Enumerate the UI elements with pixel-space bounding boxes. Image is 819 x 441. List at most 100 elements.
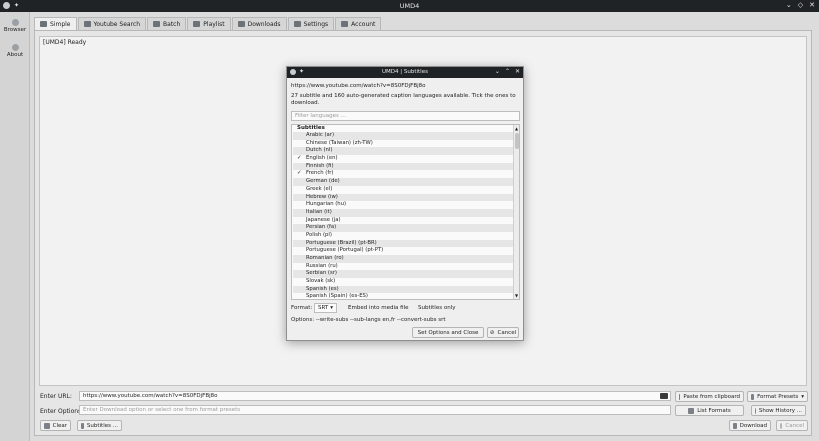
language-label: Serbian (sr) [306, 270, 337, 277]
clipboard-icon [679, 393, 681, 400]
button-label: Subtitles ... [86, 422, 118, 429]
sidebar-item-browser[interactable]: Browser [0, 19, 30, 33]
language-row[interactable]: Greek (el) [293, 186, 513, 194]
tab-batch[interactable]: Batch [147, 17, 187, 30]
language-label: Romanian (ro) [306, 255, 344, 261]
set-options-and-close-button[interactable]: Set Options and Close [412, 327, 484, 338]
sidebar-item-label: Browser [3, 27, 27, 33]
language-row[interactable]: Spanish (Spain) (es-ES) [293, 293, 513, 300]
sidebar-item-about[interactable]: About [0, 44, 30, 58]
tab-youtube-search[interactable]: Youtube Search [77, 17, 147, 30]
language-row[interactable]: Polish (pl) [293, 232, 513, 240]
star-icon [751, 393, 755, 400]
close-icon[interactable]: ✕ [809, 1, 815, 9]
url-value: https://www.youtube.com/watch?v=8S0FDjFB… [83, 393, 218, 399]
tab-label: Batch [163, 20, 181, 28]
clear-input-icon[interactable] [660, 393, 668, 399]
url-label: Enter URL: [40, 393, 72, 400]
language-row[interactable]: Chinese (Taiwan) (zh-TW) [293, 140, 513, 148]
chevron-down-icon: ▾ [801, 393, 804, 400]
language-row[interactable]: ✓ English (en) [293, 155, 513, 163]
language-row[interactable]: Romanian (ro) [293, 255, 513, 263]
cancel-download-button[interactable]: Cancel [776, 420, 808, 431]
show-history-button[interactable]: Show History ... [751, 405, 806, 416]
language-label: Portuguese (Portugal) (pt-PT) [306, 247, 384, 254]
tab-settings[interactable]: Settings [287, 17, 335, 30]
minimize-icon[interactable]: ⌄ [495, 68, 500, 75]
subtitles-button[interactable]: Subtitles ... [77, 420, 122, 431]
language-row[interactable]: Slovak (sk) [293, 278, 513, 286]
language-label: Slovak (sk) [306, 278, 336, 285]
window-titlebar: ✦ UMD4 ⌄ ◇ ✕ [0, 0, 819, 12]
tab-playlist[interactable]: Playlist [187, 17, 231, 30]
playlist-icon [193, 21, 201, 27]
language-row[interactable]: Spanish (es) [293, 285, 513, 294]
checkmark-icon[interactable]: ✓ [297, 155, 302, 163]
language-row[interactable]: Russian (ru) [293, 263, 513, 271]
dialog-url: https://www.youtube.com/watch?v=8S0FDjFB… [291, 83, 426, 89]
paste-from-clipboard-button[interactable]: Paste from clipboard [675, 391, 744, 402]
tab-account[interactable]: Account [335, 17, 382, 30]
options-placeholder: Enter Download option or select one from… [83, 407, 241, 413]
download-icon [733, 422, 737, 429]
button-label: Format Presets [757, 393, 799, 400]
clear-button[interactable]: Clear [40, 420, 71, 431]
cancel-icon [780, 422, 783, 429]
minimize-icon[interactable]: ⌄ [786, 1, 792, 9]
language-row[interactable]: Dutch (nl) [293, 147, 513, 156]
language-row[interactable]: Arabic (ar) [293, 132, 513, 140]
language-row[interactable]: Portuguese (Brazil) (pt-BR) [293, 239, 513, 248]
options-preview: Options: --write-subs --sub-langs en,fr … [291, 317, 446, 323]
subtitles-icon [81, 422, 84, 429]
language-label: Polish (pl) [306, 231, 332, 238]
language-row[interactable]: Finnish (fi) [293, 162, 513, 171]
options-input[interactable]: Enter Download option or select one from… [79, 405, 671, 415]
filter-languages-input[interactable]: Filter languages ... [291, 111, 520, 121]
maximize-icon[interactable]: ⌃ [505, 68, 510, 75]
language-label: Spanish (Spain) (es-ES) [306, 293, 368, 300]
embed-checkbox[interactable]: Embed into media file [348, 305, 409, 312]
language-row[interactable]: Hebrew (iw) [293, 193, 513, 202]
language-row[interactable]: Persian (fa) [293, 224, 513, 232]
language-label: Hebrew (iw) [306, 193, 338, 200]
tab-label: Youtube Search [93, 20, 141, 28]
chevron-down-icon: ▾ [330, 305, 333, 311]
scroll-down-icon[interactable]: ▼ [515, 293, 518, 298]
language-label: Arabic (ar) [306, 132, 335, 138]
button-label: Set Options and Close [417, 329, 479, 336]
list-formats-button[interactable]: List Formats [675, 405, 744, 416]
checkmark-icon[interactable]: ✓ [297, 170, 302, 178]
language-row[interactable]: Hungarian (hu) [293, 201, 513, 209]
list-scrollbar[interactable]: ▲ ▼ [513, 125, 519, 299]
close-icon[interactable]: ✕ [515, 68, 520, 75]
list-icon [688, 407, 695, 414]
subtitles-only-checkbox[interactable]: Subtitles only [418, 305, 455, 312]
download-button[interactable]: Download [729, 420, 771, 431]
embed-label: Embed into media file [348, 305, 409, 311]
format-select[interactable]: SRT ▾ [314, 303, 337, 313]
filter-placeholder: Filter languages ... [295, 113, 346, 119]
button-label: List Formats [697, 407, 731, 414]
button-label: Download [739, 422, 767, 429]
maximize-icon[interactable]: ◇ [798, 1, 803, 9]
tab-simple[interactable]: Simple [34, 17, 77, 30]
language-row[interactable]: Japanese (ja) [293, 217, 513, 225]
download-icon [237, 21, 245, 27]
batch-icon [153, 21, 161, 27]
tab-downloads[interactable]: Downloads [231, 17, 287, 30]
language-row[interactable]: Portuguese (Portugal) (pt-PT) [293, 247, 513, 255]
sidebar: Browser About [0, 12, 30, 441]
dialog-cancel-button[interactable]: ⊘ Cancel [487, 327, 519, 338]
sidebar-item-label: About [6, 52, 24, 58]
language-row[interactable]: German (de) [293, 178, 513, 186]
subtitles-list[interactable]: Subtitles Arabic (ar) Chinese (Taiwan) (z… [291, 124, 520, 300]
format-presets-button[interactable]: Format Presets ▾ [747, 391, 808, 402]
scroll-up-icon[interactable]: ▲ [515, 126, 518, 131]
dialog-title: UMD4 | Subtitles [382, 69, 428, 75]
language-row[interactable]: Serbian (sr) [293, 270, 513, 279]
language-row[interactable]: ✓ French (fr) [293, 170, 513, 178]
scroll-thumb[interactable] [515, 133, 519, 149]
tab-label: Simple [50, 20, 71, 28]
url-input[interactable]: https://www.youtube.com/watch?v=8S0FDjFB… [79, 391, 671, 401]
language-row[interactable]: Italian (it) [293, 208, 513, 217]
